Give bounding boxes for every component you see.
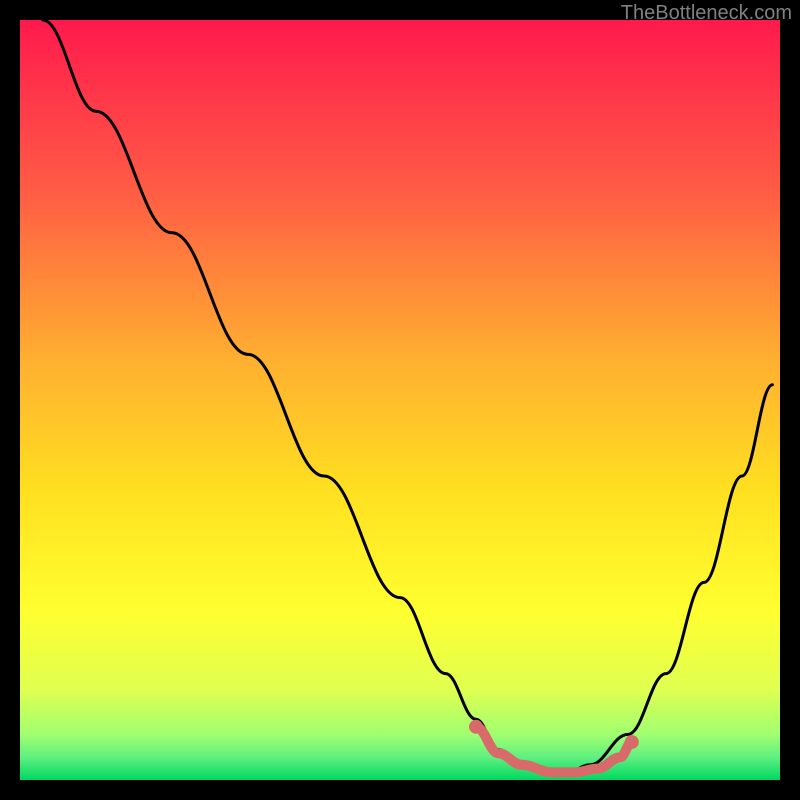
gradient-background bbox=[20, 20, 780, 780]
chart-svg bbox=[20, 20, 780, 780]
chart-container: TheBottleneck.com bbox=[0, 0, 800, 800]
plot-area bbox=[20, 20, 780, 780]
watermark-text: TheBottleneck.com bbox=[621, 2, 792, 25]
